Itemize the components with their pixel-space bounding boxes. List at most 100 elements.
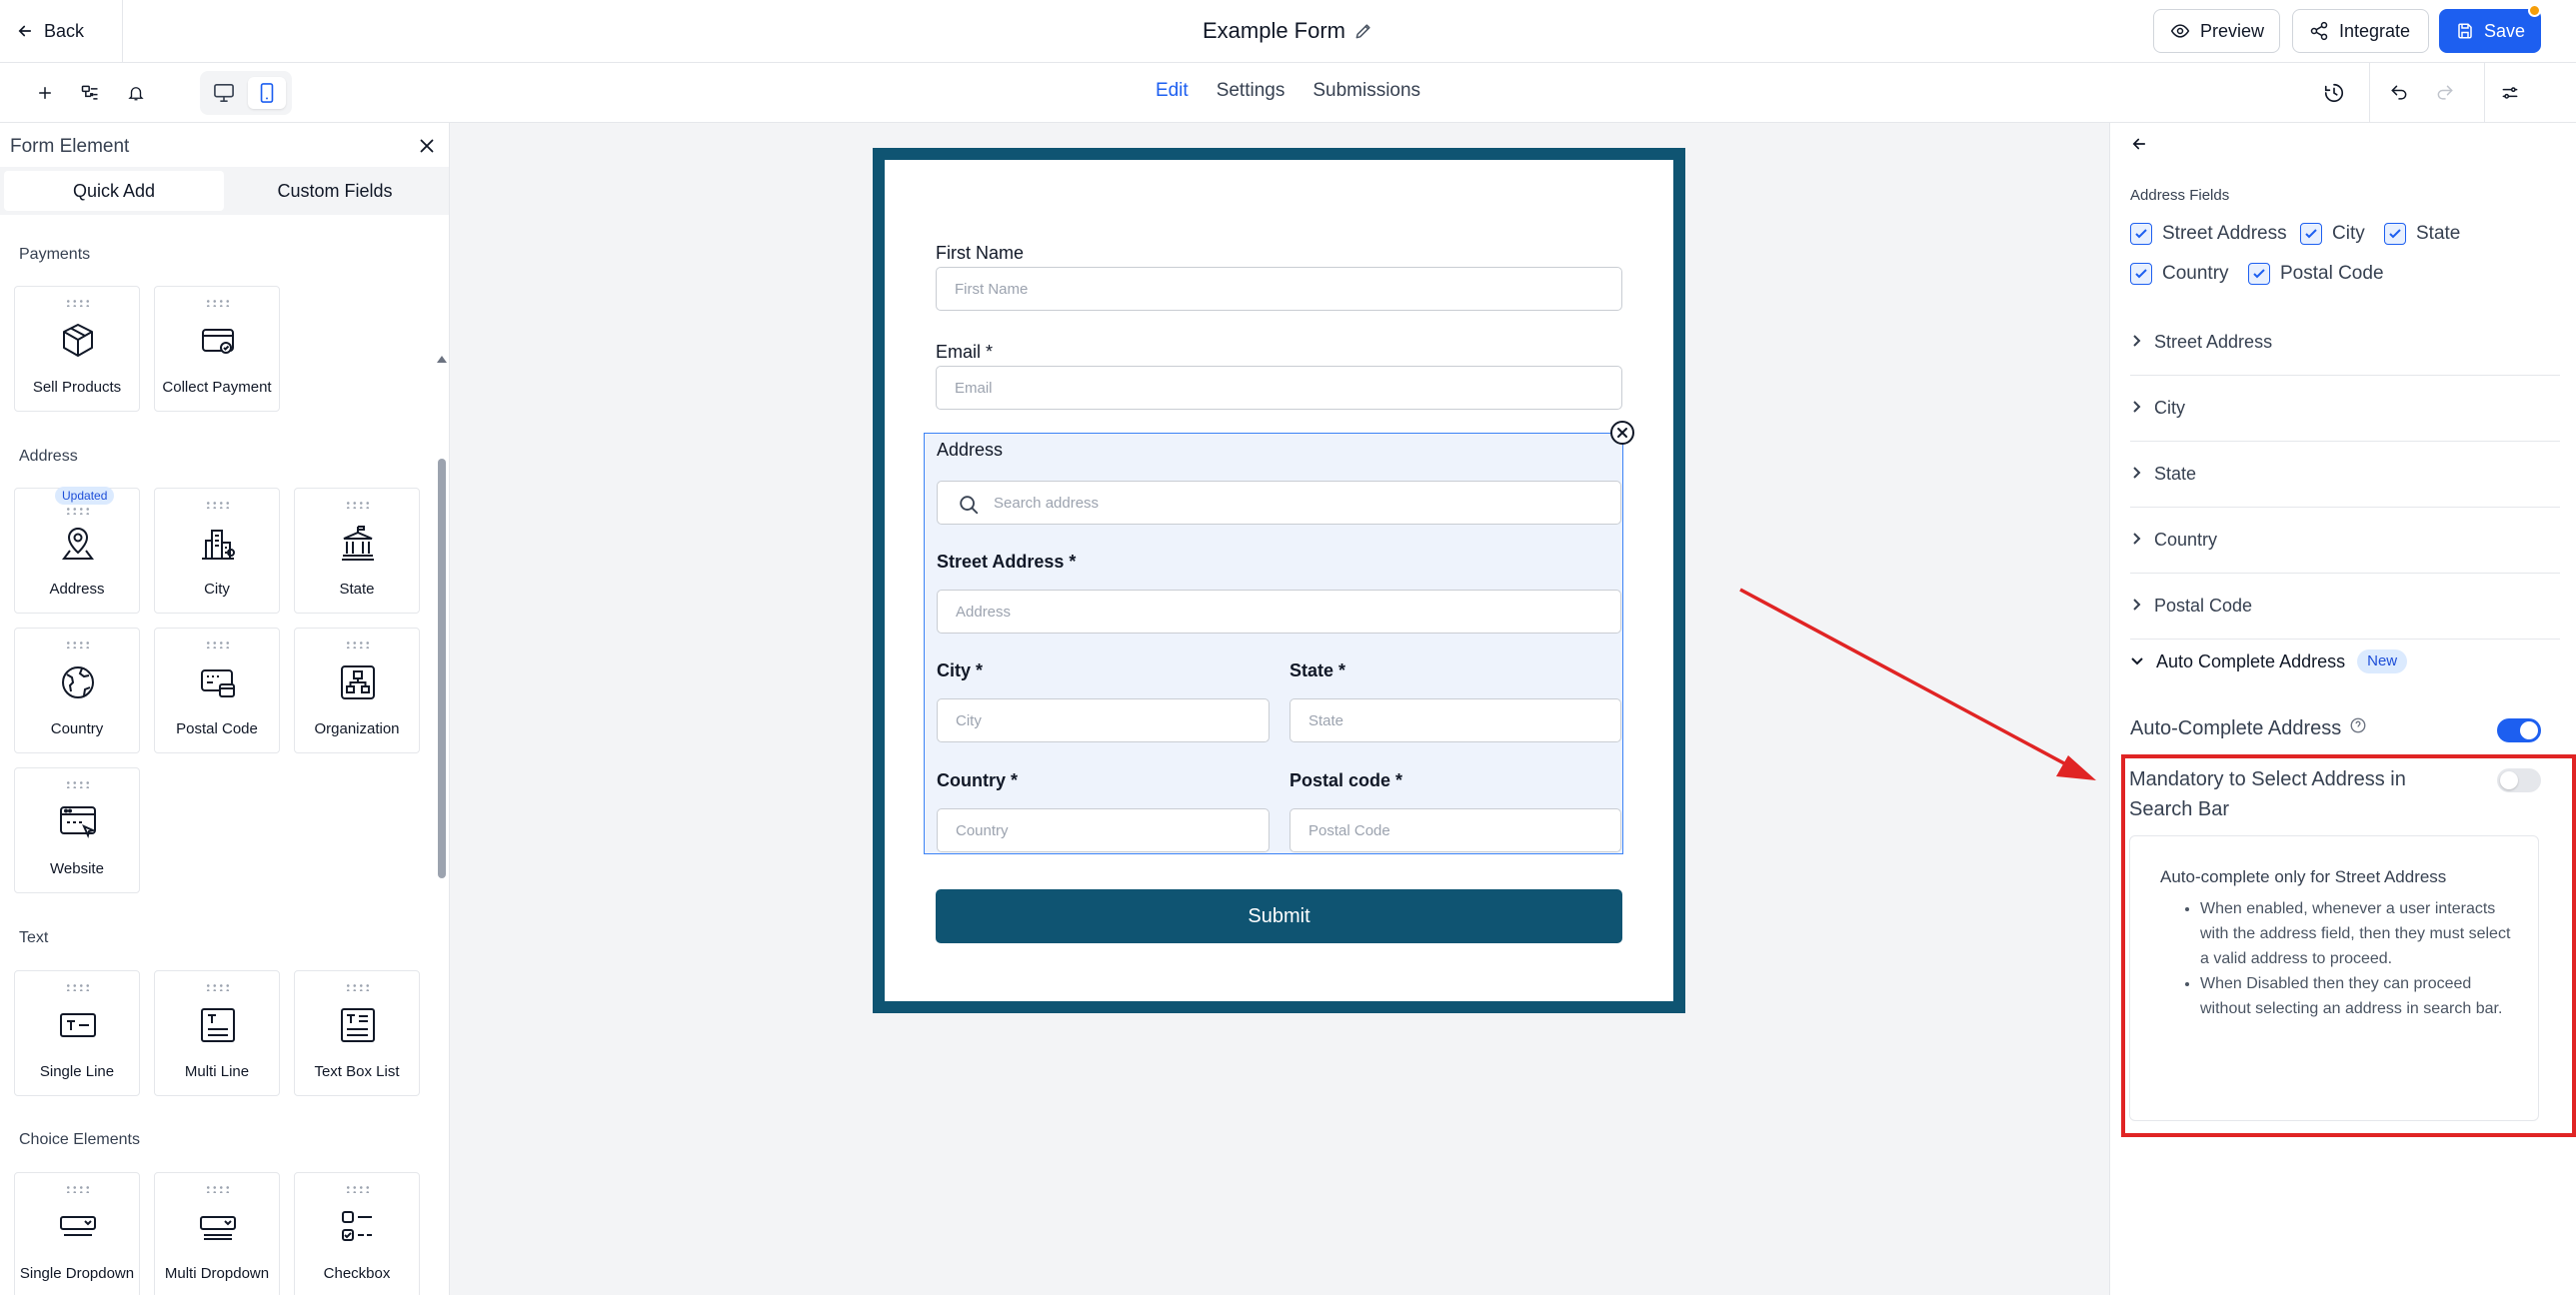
postal-code-input[interactable]: Postal Code [1289, 808, 1621, 852]
element-single-dropdown[interactable]: Single Dropdown [14, 1172, 140, 1295]
tab-submissions[interactable]: Submissions [1312, 80, 1420, 102]
credit-card-icon [198, 321, 238, 361]
accordion-auto-complete-address[interactable]: Auto Complete Address New [2130, 649, 2408, 673]
drag-handle-icon[interactable] [345, 983, 371, 991]
accordion-label: Postal Code [2154, 596, 2253, 616]
drag-handle-icon[interactable] [205, 641, 231, 648]
element-multi-dropdown[interactable]: Multi Dropdown [154, 1172, 280, 1295]
scroll-up-arrow[interactable] [437, 356, 447, 363]
city-icon [198, 523, 238, 563]
element-website[interactable]: Website [14, 767, 140, 893]
drag-handle-icon[interactable] [65, 641, 91, 648]
submit-button[interactable]: Submit [936, 889, 1622, 943]
element-label: Collect Payment [162, 379, 272, 396]
postal-code-label: Postal code * [1289, 770, 1403, 790]
integrate-button[interactable]: Integrate [2292, 9, 2429, 53]
element-tabs: Quick Add Custom Fields [0, 167, 449, 215]
element-text-box-list[interactable]: Text Box List [294, 970, 420, 1096]
tab-custom-fields[interactable]: Custom Fields [224, 171, 446, 211]
accordion-city[interactable]: City [2130, 376, 2560, 442]
element-label: Checkbox [323, 1265, 391, 1282]
checkbox-street-address[interactable]: Street Address [2130, 221, 2287, 247]
editor-toolbar: Edit Settings Submissions [0, 63, 2576, 123]
element-organization[interactable]: Organization [294, 628, 420, 753]
chevron-right-icon [2130, 530, 2142, 551]
drag-handle-icon[interactable] [65, 1185, 91, 1193]
multi-line-icon [198, 1005, 238, 1045]
drag-handle-icon[interactable] [205, 501, 231, 509]
drag-handle-icon[interactable] [345, 641, 371, 648]
element-city[interactable]: City [154, 488, 280, 614]
drag-handle-icon[interactable] [205, 1185, 231, 1193]
accordion-state[interactable]: State [2130, 442, 2560, 508]
checkbox-country[interactable]: Country [2130, 261, 2229, 287]
arrow-line [1739, 588, 2065, 765]
accordion-street-address[interactable]: Street Address [2130, 310, 2560, 376]
drag-handle-icon[interactable] [205, 299, 231, 307]
text-list-icon [338, 1005, 378, 1045]
scrollbar[interactable] [438, 459, 446, 878]
accordion-country[interactable]: Country [2130, 508, 2560, 574]
element-multi-line[interactable]: Multi Line [154, 970, 280, 1096]
email-input[interactable]: Email [936, 366, 1622, 410]
accordion-postal-code[interactable]: Postal Code [2130, 574, 2560, 640]
chevron-down-icon [2130, 651, 2144, 672]
drag-handle-icon[interactable] [345, 501, 371, 509]
element-postal-code[interactable]: Postal Code [154, 628, 280, 753]
preview-button[interactable]: Preview [2153, 9, 2280, 53]
element-country[interactable]: Country [14, 628, 140, 753]
drag-handle-icon[interactable] [345, 1185, 371, 1193]
browser-cursor-icon [58, 802, 98, 842]
state-input[interactable]: State [1289, 698, 1621, 742]
search-address-input[interactable]: Search address [937, 481, 1621, 525]
element-checkbox[interactable]: Checkbox [294, 1172, 420, 1295]
save-button[interactable]: Save [2439, 9, 2541, 53]
mailbox-icon [198, 662, 238, 702]
first-name-input[interactable]: First Name [936, 267, 1622, 311]
checkbox-state[interactable]: State [2384, 221, 2460, 247]
element-single-line[interactable]: Single Line [14, 970, 140, 1096]
remove-field-icon[interactable] [1610, 421, 1634, 445]
drag-handle-icon[interactable] [205, 983, 231, 991]
element-sell-products[interactable]: Sell Products [14, 286, 140, 412]
element-label: Country [50, 720, 104, 737]
checkbox-city[interactable]: City [2300, 221, 2365, 247]
element-state[interactable]: State [294, 488, 420, 614]
single-line-icon [58, 1005, 98, 1045]
accordion-label: City [2154, 398, 2185, 418]
tab-edit[interactable]: Edit [1156, 80, 1189, 102]
save-label: Save [2484, 20, 2526, 41]
element-address[interactable]: Updated Address [14, 487, 140, 614]
check-icon [2248, 263, 2270, 285]
sliders-icon[interactable] [2496, 79, 2524, 107]
pencil-icon[interactable] [1353, 21, 1373, 41]
section-text: Text [19, 929, 49, 946]
drag-handle-icon[interactable] [65, 299, 91, 307]
drag-handle-icon[interactable] [65, 983, 91, 991]
checkbox-label: Street Address [2162, 223, 2287, 244]
country-input[interactable]: Country [937, 808, 1270, 852]
checkbox-postal-code[interactable]: Postal Code [2248, 261, 2384, 287]
check-icon [2130, 223, 2152, 245]
redo-icon[interactable] [2431, 79, 2459, 107]
search-icon [958, 494, 980, 516]
integrate-label: Integrate [2339, 20, 2411, 41]
street-address-input[interactable]: Address [937, 590, 1621, 634]
organization-icon [338, 662, 378, 702]
auto-complete-toggle[interactable] [2497, 718, 2541, 742]
state-label: State * [1289, 660, 1346, 680]
arrow-left-icon[interactable] [2130, 135, 2148, 158]
element-collect-payment[interactable]: Collect Payment [154, 286, 280, 412]
drag-handle-icon[interactable] [65, 780, 91, 788]
landmark-icon [338, 523, 378, 563]
undo-icon[interactable] [2385, 79, 2413, 107]
help-circle-icon[interactable] [2349, 716, 2367, 740]
close-icon[interactable] [416, 135, 438, 162]
history-icon[interactable] [2320, 79, 2348, 107]
element-label: Sell Products [32, 379, 122, 396]
city-input[interactable]: City [937, 698, 1270, 742]
tab-settings[interactable]: Settings [1217, 80, 1286, 102]
drag-handle-icon[interactable] [65, 507, 91, 515]
map-pin-icon [58, 523, 98, 563]
tab-quick-add[interactable]: Quick Add [4, 171, 224, 211]
